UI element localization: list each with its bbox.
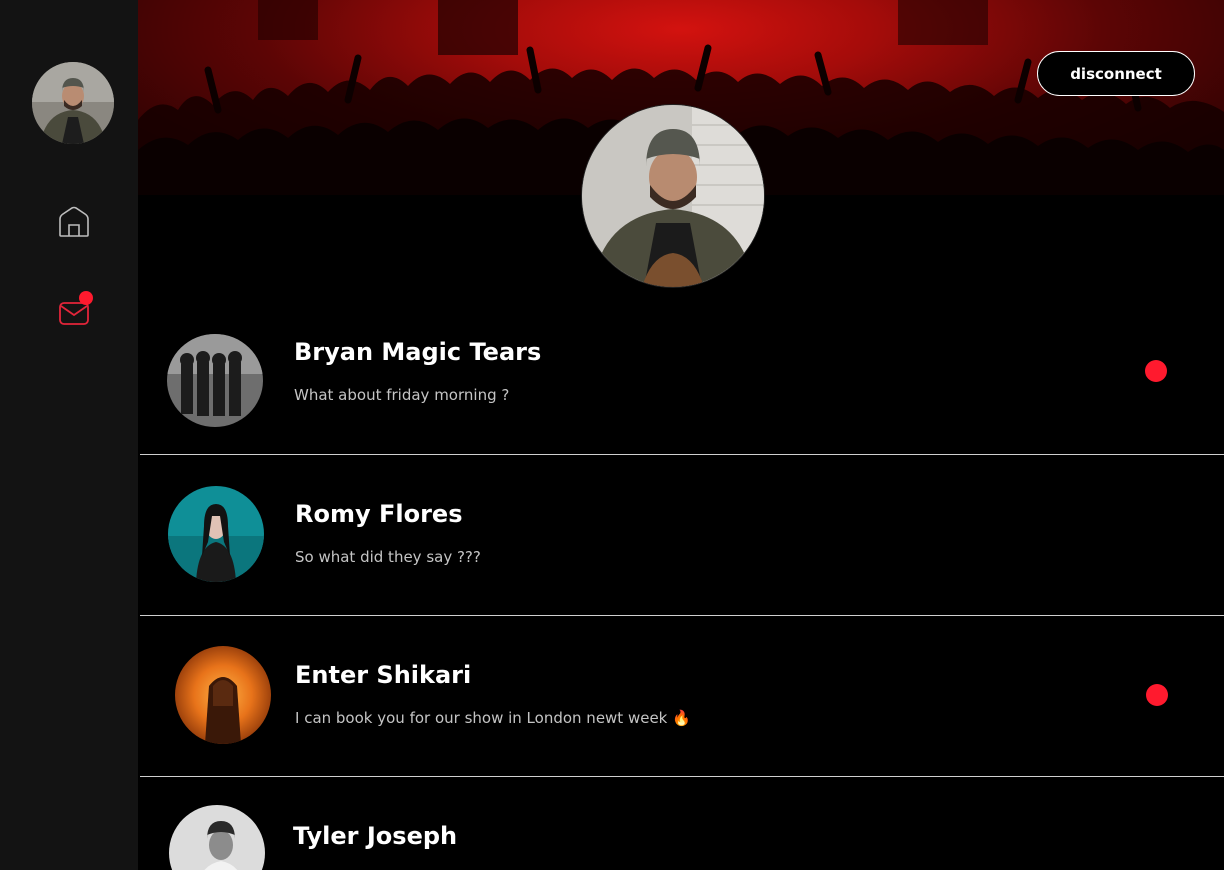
contact-photo bbox=[175, 646, 271, 744]
contact-name: Bryan Magic Tears bbox=[294, 338, 542, 366]
contact-photo bbox=[168, 486, 264, 582]
sidebar-user-avatar[interactable] bbox=[32, 62, 114, 144]
conversation-item[interactable]: Enter Shikari I can book you for our sho… bbox=[140, 616, 1224, 777]
unread-indicator bbox=[1145, 360, 1167, 382]
contact-avatar bbox=[167, 334, 263, 427]
contact-avatar bbox=[169, 805, 265, 870]
contact-avatar bbox=[175, 646, 271, 744]
conversation-item[interactable]: Tyler Joseph bbox=[140, 777, 1224, 870]
sidebar bbox=[0, 0, 138, 870]
message-preview: So what did they say ??? bbox=[295, 548, 481, 566]
profile-avatar bbox=[581, 104, 765, 288]
unread-indicator bbox=[1146, 684, 1168, 706]
user-photo bbox=[32, 62, 114, 144]
home-icon bbox=[59, 206, 89, 237]
sidebar-item-home[interactable] bbox=[57, 205, 91, 239]
sidebar-item-messages[interactable] bbox=[57, 291, 93, 329]
app-root: disconnect Bryan Magic Tears What about … bbox=[0, 0, 1224, 870]
band-photo bbox=[167, 334, 263, 427]
contact-photo bbox=[169, 805, 265, 870]
message-preview: What about friday morning ? bbox=[294, 386, 510, 404]
conversation-item[interactable]: Bryan Magic Tears What about friday morn… bbox=[140, 294, 1224, 455]
contact-name: Romy Flores bbox=[295, 500, 463, 528]
contact-name: Tyler Joseph bbox=[293, 822, 458, 850]
conversation-list: Bryan Magic Tears What about friday morn… bbox=[140, 294, 1224, 870]
conversation-item[interactable]: Romy Flores So what did they say ??? bbox=[140, 455, 1224, 616]
profile-photo bbox=[582, 105, 764, 287]
disconnect-button[interactable]: disconnect bbox=[1037, 51, 1195, 96]
message-preview: I can book you for our show in London ne… bbox=[295, 709, 691, 727]
contact-avatar bbox=[168, 486, 264, 582]
contact-name: Enter Shikari bbox=[295, 661, 472, 689]
notification-dot bbox=[79, 291, 93, 305]
